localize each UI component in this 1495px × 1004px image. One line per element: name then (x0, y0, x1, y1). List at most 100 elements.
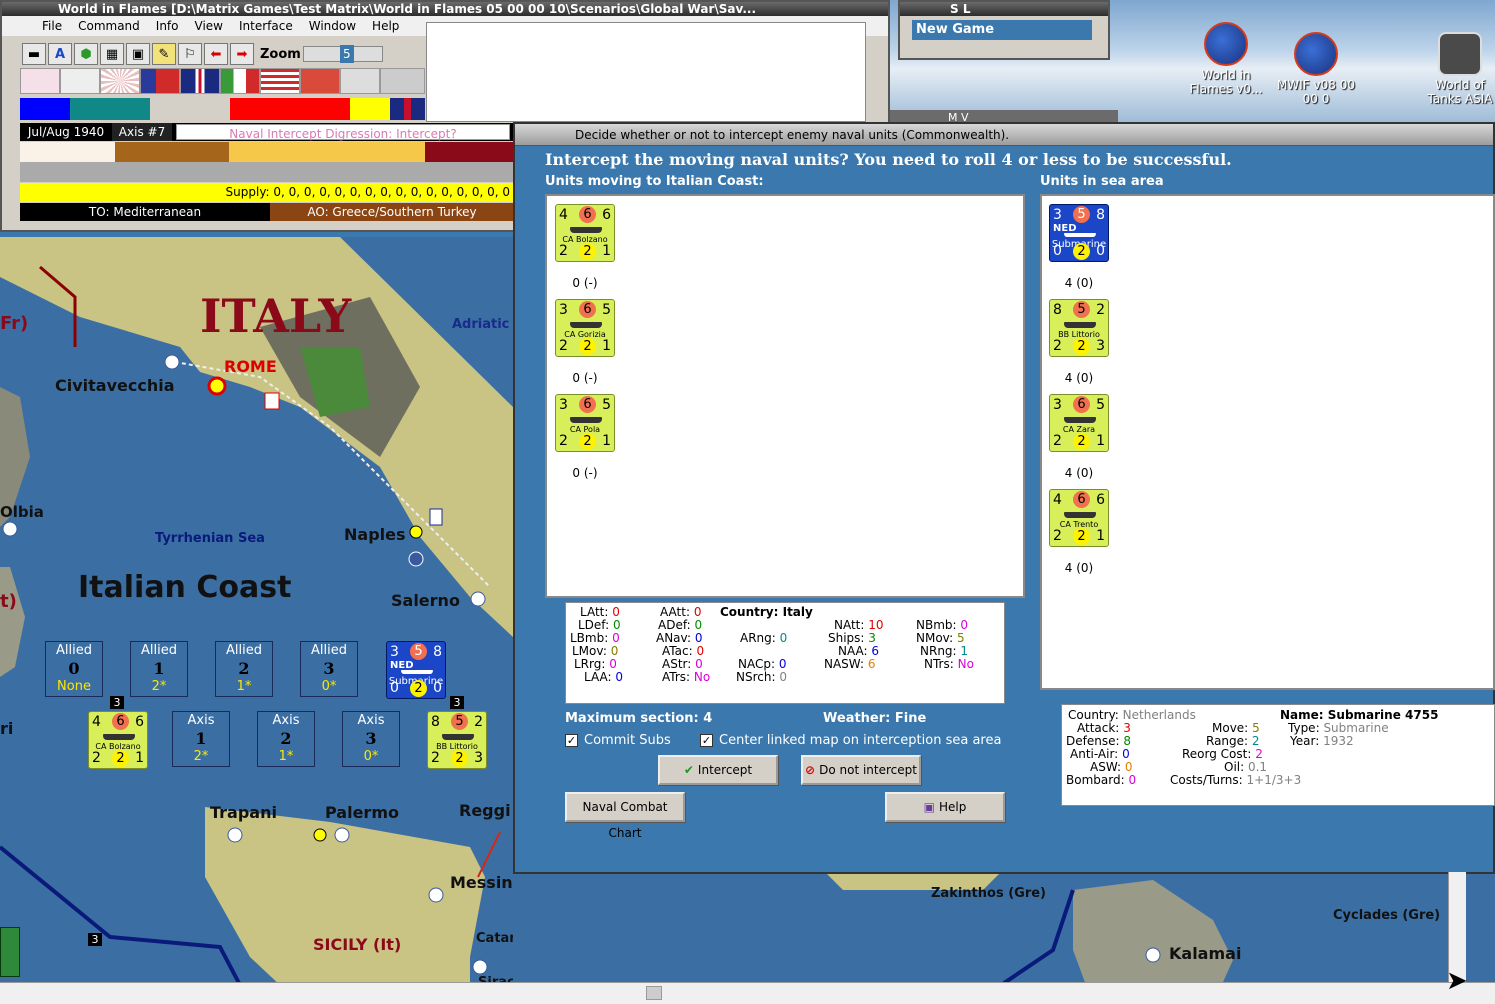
menu-interface[interactable]: Interface (239, 16, 293, 36)
unit-counter-ca-pola[interactable]: 3 6 5 CA Pola 2 2 1 (555, 394, 615, 452)
dialog-title[interactable]: Decide whether or not to intercept enemy… (515, 124, 1493, 146)
game-map[interactable]: ITALY ROME Adriatic Civitavecchia Olbia … (0, 237, 513, 1004)
rome-capital-icon[interactable] (207, 376, 227, 396)
brush-icon[interactable]: ✎ (152, 43, 176, 65)
counter-range: 1 (1096, 528, 1105, 544)
taiwan-flag-icon[interactable] (140, 68, 180, 94)
factory-icon[interactable] (264, 392, 280, 410)
naples-city-icon[interactable] (409, 525, 423, 539)
desktop-icon-wot[interactable]: World of Tanks ASIA (1425, 32, 1495, 106)
allied-section-box-2[interactable]: Allied 2 1* (215, 641, 273, 697)
train-icon[interactable]: ▬ (22, 43, 46, 65)
axis-section-box-3[interactable]: Axis 3 0* (342, 711, 400, 767)
counter-range: 0 (1096, 243, 1105, 259)
box-side: Axis (187, 713, 215, 728)
box-sub: 0* (363, 749, 379, 764)
scrollbar-thumb[interactable] (646, 986, 662, 1000)
port-icon[interactable] (2, 521, 18, 537)
stat-value: 0 (695, 657, 703, 671)
port-icon[interactable] (472, 959, 488, 975)
port-icon[interactable] (1145, 947, 1161, 963)
map-counter-ca-bolzano[interactable]: 4 6 6 CA Bolzano 2 2 1 (88, 711, 148, 769)
china-flag-icon[interactable] (300, 68, 340, 94)
sea-units-panel[interactable]: 3 5 8 NED Submarine 0 2 0 4 (0) 8 5 2 BB… (1040, 194, 1495, 690)
info-label: Attack: (1077, 721, 1120, 735)
italy-flag-icon[interactable] (220, 68, 260, 94)
new-game-item[interactable]: New Game (912, 20, 1092, 40)
unit-counter-ca-trento[interactable]: 4 6 6 CA Trento 2 2 1 (1049, 489, 1109, 547)
zoom-label: Zoom (260, 46, 301, 62)
menu-command[interactable]: Command (78, 16, 140, 36)
zoom-slider[interactable]: 5 (302, 45, 383, 63)
uk-flag-icon[interactable] (180, 68, 220, 94)
checkbox-checked-icon[interactable]: ✓ (565, 734, 578, 747)
intercept-button[interactable]: ✔ Intercept (658, 755, 778, 785)
unit-counter-ned-submarine[interactable]: 3 5 8 NED Submarine 0 2 0 (1049, 204, 1109, 262)
unit-caption: 0 (-) (572, 276, 598, 290)
movement-arrow (477, 831, 501, 878)
unit-counter-ca-gorizia[interactable]: 3 6 5 CA Gorizia 2 2 1 (555, 299, 615, 357)
flag-icon[interactable] (380, 68, 425, 94)
unit-counter-bb-littorio[interactable]: 8 5 2 BB Littorio 2 2 3 (1049, 299, 1109, 357)
stat-value: 0 (778, 657, 787, 671)
arrow-left-icon[interactable]: ⬅ (204, 43, 228, 65)
horizontal-scrollbar[interactable] (0, 982, 1495, 1004)
desktop-icon-wif[interactable]: World in Flames v0... (1186, 22, 1266, 96)
do-not-intercept-button[interactable]: ⊘ Do not intercept (801, 755, 921, 785)
commit-subs-checkbox[interactable]: ✓ Commit Subs (565, 733, 671, 748)
unit-counter-ca-bolzano[interactable]: 4 6 6 CA Bolzano 2 2 1 (555, 204, 615, 262)
flag-icon[interactable]: ⚐ (178, 43, 202, 65)
moving-units-panel[interactable]: 4 6 6 CA Bolzano 2 2 1 0 (-) 3 6 5 CA Go… (545, 194, 1025, 598)
counter-aa: 2 (92, 750, 101, 766)
allied-section-box-3[interactable]: Allied 3 0* (300, 641, 358, 697)
port-icon[interactable] (164, 354, 180, 370)
allied-section-box-1[interactable]: Allied 1 2* (130, 641, 188, 697)
menu-view[interactable]: View (195, 16, 223, 36)
flag-icon[interactable] (60, 68, 100, 94)
usa-flag-icon[interactable] (260, 68, 300, 94)
info-value: 0 (1124, 760, 1133, 774)
info-value: 0 (1128, 773, 1137, 787)
allied-section-box-0[interactable]: Allied 0 None (45, 641, 103, 697)
flag-icon[interactable] (340, 68, 380, 94)
side-window-title[interactable]: S L (900, 2, 1108, 16)
stat-value: 0 (960, 618, 969, 632)
zoom-slider-knob[interactable]: 5 (339, 45, 354, 63)
desktop-icon-mwif[interactable]: MWIF v08 00 00 0 (1276, 32, 1356, 106)
menu-help[interactable]: Help (372, 16, 399, 36)
stat-value: 0 (612, 605, 620, 619)
main-window-title[interactable]: World in Flames [D:\Matrix Games\Test Ma… (2, 2, 888, 16)
hex-icon[interactable]: ⬢ (74, 43, 98, 65)
partial-unit-counter[interactable] (0, 927, 20, 977)
text-a-icon[interactable]: A (48, 43, 72, 65)
axis-section-box-1[interactable]: Axis 1 2* (172, 711, 230, 767)
stat-value: 0 (696, 644, 705, 658)
checkbox-checked-icon[interactable]: ✓ (700, 734, 713, 747)
counter-icon[interactable]: ▣ (126, 43, 150, 65)
menu-file[interactable]: File (42, 16, 62, 36)
map-counter-ned-submarine[interactable]: 3 5 8 NED Submarine 0 2 0 (386, 641, 446, 699)
port-icon[interactable] (227, 827, 243, 843)
counter-defense: 5 (602, 302, 611, 318)
grid-icon[interactable]: ▦ (100, 43, 124, 65)
menu-window[interactable]: Window (309, 16, 356, 36)
axis-section-box-2[interactable]: Axis 2 1* (257, 711, 315, 767)
counter-value: 6 (579, 396, 596, 413)
menu-info[interactable]: Info (156, 16, 179, 36)
anchor-icon[interactable] (408, 551, 424, 567)
unit-marker-icon[interactable] (429, 508, 443, 526)
port-icon[interactable] (428, 887, 444, 903)
palermo-city-icon[interactable] (313, 828, 327, 842)
help-button[interactable]: ▣ Help (885, 792, 1005, 822)
stat-label: LMov: (572, 644, 607, 658)
center-map-checkbox[interactable]: ✓ Center linked map on interception sea … (700, 733, 1001, 748)
port-icon[interactable] (334, 827, 350, 843)
rising-sun-flag-icon[interactable] (100, 68, 140, 94)
map-counter-bb-littorio[interactable]: 8 5 2 BB Littorio 2 2 3 (427, 711, 487, 769)
port-icon[interactable] (470, 591, 486, 607)
naval-combat-chart-button[interactable]: Naval Combat Chart (565, 792, 685, 840)
unit-counter-ca-zara[interactable]: 3 6 5 CA Zara 2 2 1 (1049, 394, 1109, 452)
arrow-right-icon[interactable]: ➡ (230, 43, 254, 65)
info-label: Bombard: (1066, 773, 1125, 787)
flag-icon[interactable] (20, 68, 60, 94)
